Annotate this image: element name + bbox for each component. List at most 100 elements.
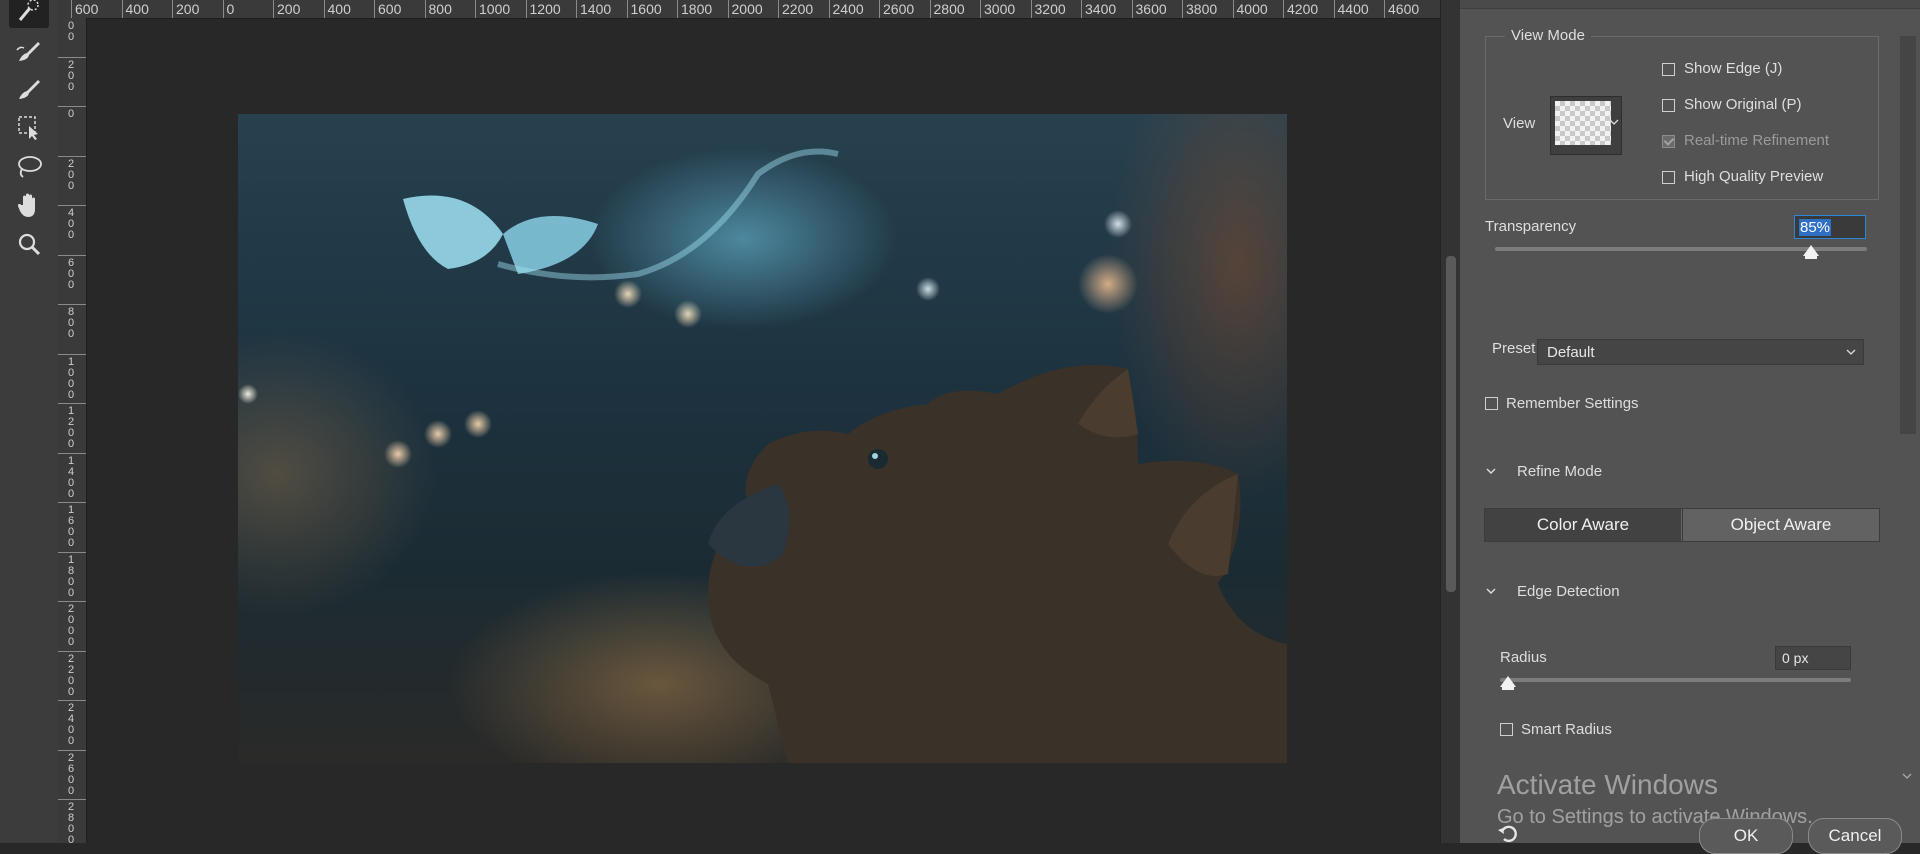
ruler-label: 200 — [67, 157, 75, 192]
lasso-tool[interactable] — [9, 150, 49, 184]
radius-slider[interactable] — [1500, 678, 1851, 682]
canvas-vertical-scrollbar[interactable] — [1440, 0, 1461, 843]
photo-dog-butterfly[interactable] — [238, 114, 1287, 763]
ruler-label: 400 — [125, 1, 149, 17]
panel-scroll-thumb[interactable] — [1900, 36, 1916, 434]
ruler-tick — [58, 650, 86, 652]
quick-selection-icon — [18, 0, 39, 21]
chevron-down-icon — [1609, 119, 1619, 125]
ruler-label: 2800 — [67, 801, 75, 844]
ruler-tick — [1081, 0, 1082, 18]
ruler-tick — [525, 0, 527, 18]
ruler-tick — [222, 0, 224, 18]
ruler-label: 1200 — [67, 405, 75, 450]
ruler-label: 3200 — [1034, 1, 1066, 17]
zoom-tool[interactable] — [9, 228, 49, 262]
ruler-label: 0 — [226, 1, 235, 17]
photo-content — [403, 148, 1287, 763]
cancel-button[interactable]: Cancel — [1808, 818, 1902, 854]
brush-icon — [19, 80, 40, 99]
ruler-label: 400 — [67, 18, 75, 43]
chevron-down-icon — [1846, 349, 1856, 355]
ruler-label: 200 — [176, 1, 200, 17]
color-aware-button[interactable]: Color Aware — [1485, 509, 1681, 541]
preset-dropdown[interactable]: Default — [1537, 339, 1864, 365]
preset-value: Default — [1547, 344, 1595, 361]
show-original-checkbox[interactable] — [1662, 99, 1675, 112]
transparency-slider-thumb[interactable] — [1803, 245, 1820, 259]
ruler-label: 1400 — [580, 1, 612, 17]
ruler-tick — [576, 0, 577, 18]
high-quality-preview-label: High Quality Preview — [1684, 168, 1824, 185]
refine-edge-brush-icon — [16, 42, 40, 61]
ruler-tick — [58, 56, 86, 58]
ruler-tick — [58, 452, 86, 454]
radius-input[interactable]: 0 px — [1775, 646, 1851, 670]
ok-button[interactable]: OK — [1699, 818, 1793, 854]
ruler-label: 1400 — [67, 454, 75, 500]
lasso-icon — [18, 156, 42, 178]
refine-edge-brush-tool[interactable] — [9, 34, 49, 68]
scroll-down-arrow-icon[interactable] — [1902, 771, 1912, 781]
activate-windows-title: Activate Windows — [1497, 769, 1718, 800]
ruler-label: 600 — [75, 1, 99, 17]
ruler-label: 1600 — [630, 1, 662, 17]
ruler-tick — [1131, 0, 1133, 18]
panel-header-strip — [1460, 0, 1920, 9]
ruler-label: 1800 — [67, 553, 75, 599]
vertical-ruler: 4002000200400600800100012001400160018002… — [58, 18, 87, 843]
realtime-refinement-checkbox — [1662, 135, 1675, 148]
ruler-tick — [677, 0, 678, 18]
remember-settings-checkbox[interactable] — [1485, 397, 1498, 410]
ruler-label: 4200 — [1287, 1, 1319, 17]
zoom-icon — [18, 233, 41, 256]
ruler-tick — [1030, 0, 1032, 18]
ruler-label: 1800 — [681, 1, 713, 17]
ruler-label: 2600 — [67, 751, 75, 797]
high-quality-preview-checkbox[interactable] — [1662, 171, 1675, 184]
show-edge-checkbox[interactable] — [1662, 63, 1675, 76]
reset-icon[interactable] — [1496, 822, 1520, 846]
ruler-tick — [828, 0, 830, 18]
document-canvas[interactable] — [87, 19, 1440, 843]
select-and-mask-properties-panel: View Mode View Show Edge (J) Show Origin… — [1460, 0, 1920, 854]
realtime-refinement-label: Real-time Refinement — [1684, 132, 1830, 149]
ruler-label: 400 — [67, 207, 75, 241]
ruler-label: 4600 — [1388, 1, 1420, 17]
view-mode-dropdown[interactable] — [1550, 96, 1622, 155]
show-original-label: Show Original (P) — [1684, 96, 1802, 113]
smart-radius-checkbox[interactable] — [1500, 723, 1513, 736]
ruler-label: 2000 — [67, 603, 75, 648]
ruler-tick — [1283, 0, 1284, 18]
show-edge-label: Show Edge (J) — [1684, 60, 1783, 77]
object-aware-button[interactable]: Object Aware — [1682, 509, 1879, 541]
remember-settings-label: Remember Settings — [1506, 395, 1639, 412]
chevron-down-icon — [1486, 468, 1496, 474]
ruler-tick — [1333, 0, 1335, 18]
canvas-scroll-thumb[interactable] — [1446, 256, 1456, 592]
hand-tool[interactable] — [9, 188, 49, 222]
ruler-label: 600 — [67, 256, 75, 291]
ruler-tick — [980, 0, 981, 18]
ruler-tick — [58, 799, 86, 800]
transparency-input[interactable]: 85% — [1794, 215, 1866, 239]
ruler-label: 2800 — [933, 1, 965, 17]
ruler-tick — [374, 0, 375, 18]
ruler-label: 1600 — [67, 504, 75, 549]
quick-selection-tool[interactable] — [9, 0, 49, 28]
panel-vertical-scrollbar[interactable] — [1898, 36, 1918, 786]
ruler-tick — [58, 601, 86, 602]
brush-tool[interactable] — [9, 72, 49, 106]
ruler-tick — [626, 0, 628, 18]
ruler-tick — [727, 0, 729, 18]
ruler-tick — [1232, 0, 1234, 18]
smart-radius-label: Smart Radius — [1521, 721, 1612, 738]
ruler-tick — [58, 304, 86, 305]
radius-slider-thumb[interactable] — [1500, 676, 1516, 690]
radius-label: Radius — [1500, 649, 1547, 666]
object-selection-tool[interactable] — [9, 110, 49, 144]
ruler-label: 200 — [277, 1, 301, 17]
preset-label: Preset — [1492, 340, 1536, 357]
ruler-tick — [58, 353, 86, 355]
ruler-label: 4400 — [1337, 1, 1369, 17]
